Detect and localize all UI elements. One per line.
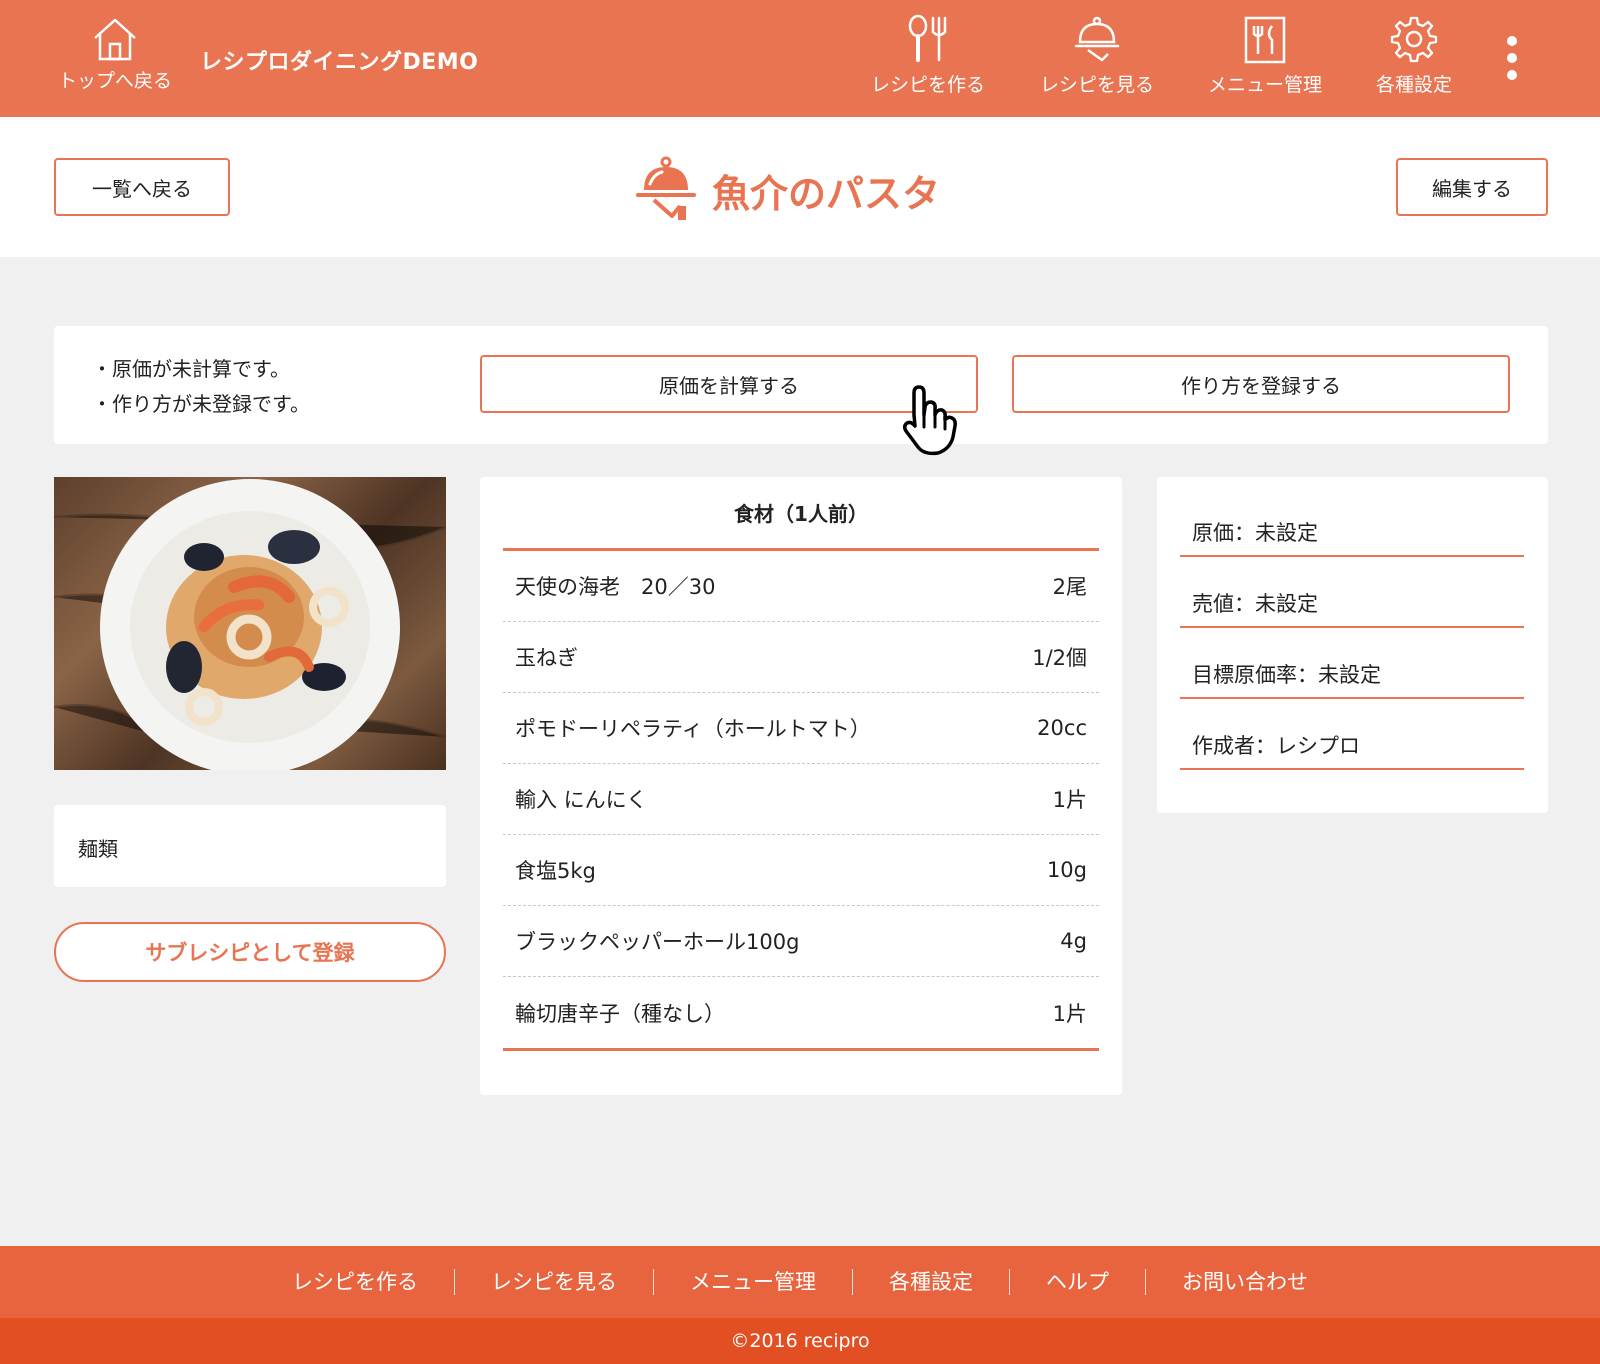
cloche-icon	[636, 156, 696, 220]
cost-value: 原価：未設定	[1180, 517, 1524, 557]
pointer-hand-icon	[902, 385, 957, 456]
nav-settings[interactable]: 各種設定	[1339, 14, 1489, 104]
notice-panel: ・原価が未計算です。 ・作り方が未登録です。 原価を計算する 作り方を登録する	[54, 326, 1548, 444]
ingredient-row: 輸入 にんにく 1片	[503, 764, 1099, 835]
menu-book-icon	[1244, 16, 1286, 64]
recipe-photo	[54, 477, 446, 770]
author-value: 作成者：レシプロ	[1180, 730, 1524, 770]
ingredient-row: ブラックペッパーホール100g 4g	[503, 906, 1099, 977]
ingredient-qty: 1片	[1052, 788, 1087, 812]
recipe-title: 魚介のパスタ	[712, 171, 941, 216]
target-rate-value: 目標原価率：未設定	[1180, 659, 1524, 699]
ingredient-name: 玉ねぎ	[515, 646, 578, 670]
footer-link-help[interactable]: ヘルプ	[1010, 1269, 1146, 1295]
ingredient-qty: 10g	[1046, 858, 1087, 882]
home-label: トップへ戻る	[57, 70, 172, 92]
ingredients-card: 食材（1人前） 天使の海老 20／30 2尾 玉ねぎ 1/2個 ポモドーリペラティ（…	[480, 477, 1122, 1095]
footer-link-settings[interactable]: 各種設定	[853, 1269, 1010, 1295]
brand-name: レシプロダイニングDEMO	[200, 50, 479, 75]
back-to-list-button[interactable]: 一覧へ戻る	[54, 158, 230, 216]
ingredient-row: 天使の海老 20／30 2尾	[503, 551, 1099, 622]
ingredients-heading: 食材（1人前）	[503, 477, 1099, 551]
home-button[interactable]: トップへ戻る	[50, 16, 180, 93]
price-value: 売値：未設定	[1180, 588, 1524, 628]
nav-label: レシピを見る	[1039, 74, 1154, 96]
footer-link-make-recipe[interactable]: レシピを作る	[256, 1269, 455, 1295]
notice-cost: ・原価が未計算です。	[92, 357, 290, 381]
ingredient-name: 食塩5kg	[515, 859, 596, 883]
nav-label: 各種設定	[1375, 74, 1452, 96]
nav-label: メニュー管理	[1207, 74, 1322, 96]
ingredient-qty: 1/2個	[1032, 646, 1087, 670]
ingredient-row: 玉ねぎ 1/2個	[503, 622, 1099, 693]
footer-nav: レシピを作る レシピを見る メニュー管理 各種設定 ヘルプ お問い合わせ	[0, 1246, 1600, 1318]
ingredient-name: 輪切唐辛子（種なし）	[515, 1001, 725, 1026]
category-label: 麺類	[54, 805, 446, 887]
ingredient-name: 天使の海老 20／30	[515, 575, 716, 599]
footer-link-menu-manage[interactable]: メニュー管理	[654, 1269, 853, 1295]
notice-method: ・作り方が未登録です。	[92, 392, 310, 416]
ingredient-qty: 2尾	[1052, 575, 1087, 599]
register-method-button[interactable]: 作り方を登録する	[1012, 355, 1510, 413]
copyright: ©2016 recipro	[0, 1318, 1600, 1364]
utensils-icon	[908, 14, 947, 62]
nav-view-recipe[interactable]: レシピを見る	[1022, 14, 1172, 104]
nav-make-recipe[interactable]: レシピを作る	[853, 14, 1003, 104]
ingredient-qty: 1片	[1052, 1001, 1087, 1026]
title-band: 一覧へ戻る 魚介のパスタ 編集する	[0, 117, 1600, 257]
ingredient-row: 輪切唐辛子（種なし） 1片	[503, 977, 1099, 1048]
footer-link-contact[interactable]: お問い合わせ	[1146, 1269, 1344, 1295]
cloche-icon	[1074, 16, 1120, 62]
nav-menu-manage[interactable]: メニュー管理	[1190, 14, 1340, 104]
ingredient-name: ブラックペッパーホール100g	[515, 930, 800, 954]
recipe-info-card: 原価：未設定 売値：未設定 目標原価率：未設定 作成者：レシプロ	[1157, 477, 1548, 813]
page-title: 魚介のパスタ	[636, 150, 940, 230]
ingredient-name: ポモドーリペラティ（ホールトマト）	[515, 717, 871, 741]
ingredient-row: ポモドーリペラティ（ホールトマト） 20cc	[503, 693, 1099, 764]
ingredient-name: 輸入 にんにく	[515, 788, 648, 812]
top-bar: トップへ戻る レシプロダイニングDEMO レシピを作る レシピを見る メニュー管…	[0, 0, 1600, 117]
more-menu-icon[interactable]	[1500, 36, 1524, 86]
ingredients-list: 天使の海老 20／30 2尾 玉ねぎ 1/2個 ポモドーリペラティ（ホールトマト） 2…	[503, 551, 1099, 1051]
edit-button[interactable]: 編集する	[1396, 158, 1548, 216]
home-icon	[94, 18, 136, 61]
pasta-dish-image	[54, 479, 446, 770]
nav-label: レシピを作る	[870, 74, 985, 96]
ingredient-qty: 20cc	[1037, 716, 1087, 740]
notice-lines: ・原価が未計算です。 ・作り方が未登録です。	[92, 352, 310, 422]
register-sub-recipe-button[interactable]: サブレシピとして登録	[54, 922, 446, 982]
gear-icon	[1390, 16, 1438, 63]
ingredient-row: 食塩5kg 10g	[503, 835, 1099, 906]
footer-link-view-recipe[interactable]: レシピを見る	[455, 1269, 654, 1295]
ingredient-qty: 4g	[1060, 929, 1087, 953]
